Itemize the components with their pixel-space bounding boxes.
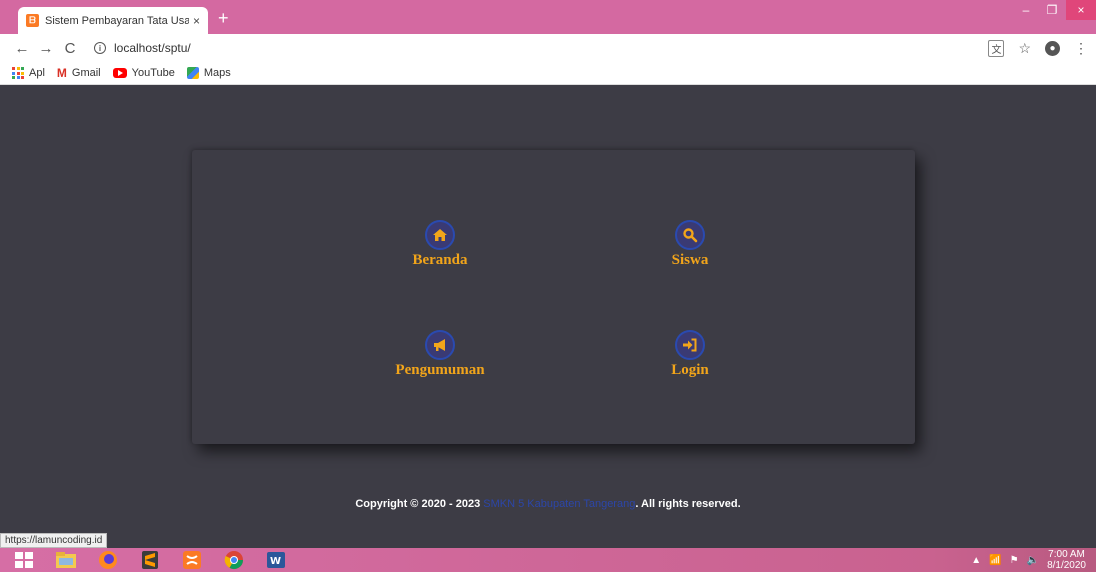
account-icon[interactable]: ● bbox=[1045, 40, 1060, 56]
browser-toolbar: ← → C i localhost/sptu/ 文 ☆ ● ⋮ bbox=[0, 34, 1096, 62]
star-icon[interactable]: ☆ bbox=[1018, 40, 1031, 57]
menu-item-beranda[interactable]: Beranda bbox=[360, 220, 520, 269]
bookmark-maps[interactable]: Maps bbox=[186, 67, 231, 79]
clock-date: 8/1/2020 bbox=[1047, 560, 1086, 571]
window-close-button[interactable]: × bbox=[1066, 0, 1096, 20]
taskbar-clock[interactable]: 7:00 AM 8/1/2020 bbox=[1047, 549, 1086, 571]
signal-icon[interactable]: 📶 bbox=[989, 555, 1001, 566]
bookmark-label: YouTube bbox=[131, 67, 175, 79]
bookmarks-bar: Apl M Gmail YouTube Maps bbox=[0, 62, 1096, 85]
footer-suffix: . All rights reserved. bbox=[635, 498, 741, 510]
toolbar-actions: 文 ☆ ● ⋮ bbox=[988, 34, 1088, 62]
window-minimize-button[interactable]: – bbox=[1013, 0, 1039, 20]
forward-arrow-icon[interactable]: → bbox=[34, 40, 58, 57]
apps-grid-icon bbox=[12, 67, 24, 79]
menu-label: Beranda bbox=[412, 252, 468, 268]
window-maximize-button[interactable]: ❐ bbox=[1039, 0, 1065, 20]
svg-text:W: W bbox=[270, 556, 281, 567]
new-tab-button[interactable]: + bbox=[218, 9, 229, 27]
menu-label: Login bbox=[671, 362, 709, 378]
firefox-icon[interactable] bbox=[90, 549, 126, 571]
word-icon[interactable]: W bbox=[258, 549, 294, 571]
tray-expand-icon[interactable]: ▲ bbox=[971, 555, 981, 566]
chrome-icon[interactable] bbox=[216, 549, 252, 571]
xampp-icon[interactable] bbox=[174, 549, 210, 571]
menu-item-siswa[interactable]: Siswa bbox=[610, 220, 770, 269]
menu-item-pengumuman[interactable]: Pengumuman bbox=[360, 330, 520, 379]
menu-card: Beranda Siswa Pengumuman Login bbox=[192, 150, 915, 444]
browser-tabstrip: ᗷ Sistem Pembayaran Tata Usaha × + – ❐ × bbox=[0, 0, 1096, 34]
footer-copyright: Copyright © 2020 - 2023 SMKN 5 Kabupaten… bbox=[0, 498, 1096, 510]
bullhorn-icon bbox=[425, 330, 455, 360]
clock-time: 7:00 AM bbox=[1048, 549, 1085, 560]
status-bar-url: https://lamuncoding.id bbox=[0, 533, 108, 548]
menu-label: Siswa bbox=[671, 252, 709, 268]
address-bar[interactable]: i localhost/sptu/ bbox=[94, 41, 191, 55]
address-url[interactable]: localhost/sptu/ bbox=[114, 41, 191, 55]
bookmark-label: Apl bbox=[29, 67, 45, 79]
sublime-text-icon[interactable] bbox=[132, 549, 168, 571]
windows-taskbar: W ▲ 📶 ⚑ 🔈 7:00 AM 8/1/2020 bbox=[0, 548, 1096, 572]
xampp-favicon-icon: ᗷ bbox=[26, 14, 39, 27]
bookmark-apps[interactable]: Apl bbox=[12, 67, 45, 79]
volume-icon[interactable]: 🔈 bbox=[1027, 555, 1039, 566]
file-explorer-icon[interactable] bbox=[48, 549, 84, 571]
menu-label: Pengumuman bbox=[395, 362, 485, 378]
footer-school-link[interactable]: SMKN 5 Kabupaten Tangerang bbox=[483, 498, 635, 510]
youtube-icon bbox=[112, 68, 127, 78]
browser-tab[interactable]: ᗷ Sistem Pembayaran Tata Usaha × bbox=[18, 7, 208, 34]
page-content: Beranda Siswa Pengumuman Login Copyright… bbox=[0, 86, 1096, 548]
tab-title: Sistem Pembayaran Tata Usaha bbox=[45, 14, 189, 27]
gmail-icon: M bbox=[56, 66, 67, 80]
maps-icon bbox=[186, 67, 199, 79]
windows-start-icon[interactable] bbox=[6, 549, 42, 571]
back-arrow-icon[interactable]: ← bbox=[10, 40, 34, 57]
bookmark-label: Maps bbox=[203, 67, 231, 79]
reload-icon[interactable]: C bbox=[58, 40, 82, 57]
home-icon bbox=[425, 220, 455, 250]
menu-kebab-icon[interactable]: ⋮ bbox=[1074, 40, 1088, 57]
tab-close-icon[interactable]: × bbox=[193, 14, 200, 28]
bookmark-gmail[interactable]: M Gmail bbox=[57, 66, 101, 80]
footer-prefix: Copyright © 2020 - 2023 bbox=[355, 498, 484, 510]
system-tray: ▲ 📶 ⚑ 🔈 7:00 AM 8/1/2020 bbox=[971, 548, 1086, 572]
bookmark-label: Gmail bbox=[71, 67, 101, 79]
translate-icon[interactable]: 文 bbox=[988, 39, 1005, 57]
menu-item-login[interactable]: Login bbox=[610, 330, 770, 379]
network-icon[interactable]: ⚑ bbox=[1010, 555, 1019, 566]
search-icon bbox=[675, 220, 705, 250]
bookmark-youtube[interactable]: YouTube bbox=[112, 67, 175, 79]
info-icon[interactable]: i bbox=[94, 42, 106, 54]
sign-in-icon bbox=[675, 330, 705, 360]
